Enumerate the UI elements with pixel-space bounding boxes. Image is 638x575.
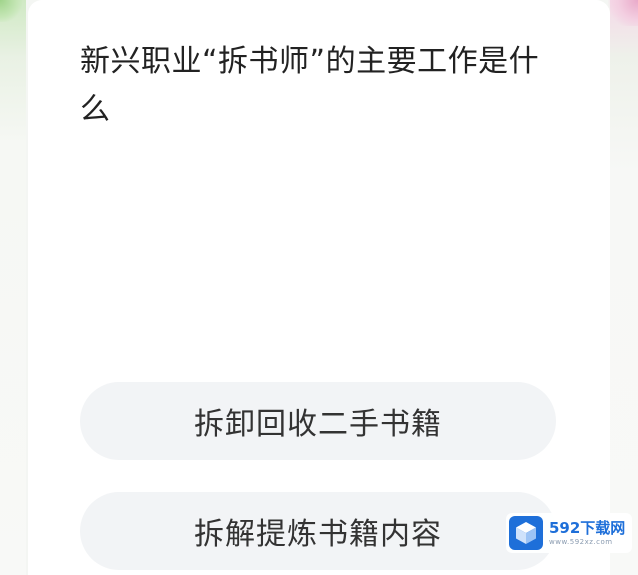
question-text: 新兴职业“拆书师”的主要工作是什么	[80, 44, 540, 127]
quiz-card: 新兴职业“拆书师”的主要工作是什么 拆卸回收二手书籍 拆解提炼书籍内容	[28, 0, 610, 575]
answer-option-2[interactable]: 拆解提炼书籍内容	[80, 492, 556, 570]
site-watermark: 592下载网 www.592xz.com	[506, 513, 632, 553]
watermark-site-name: 592下载网	[549, 518, 626, 537]
leaf-decoration	[0, 0, 22, 22]
background-right-strip	[610, 0, 638, 575]
answer-option-1[interactable]: 拆卸回收二手书籍	[80, 382, 556, 460]
watermark-domain: www.592xz.com	[549, 537, 613, 546]
background-left-strip	[0, 0, 26, 575]
cube-logo-icon	[509, 516, 543, 550]
flower-decoration	[608, 0, 638, 26]
